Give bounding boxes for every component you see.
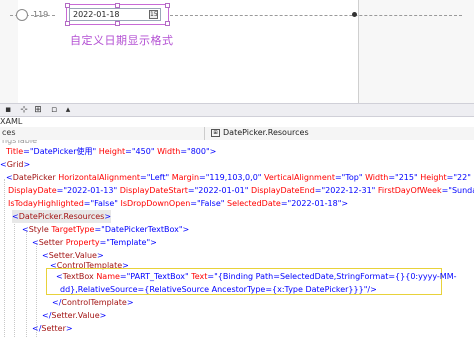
code-line: IsTodayHighlighted="False" IsDropDownOpe… bbox=[8, 199, 349, 208]
code-line: </Setter.Value> bbox=[42, 311, 107, 320]
indent-guide bbox=[4, 179, 5, 337]
code-line: Title="DatePicker使用" Height="450" Width=… bbox=[6, 147, 217, 156]
xaml-tab[interactable]: XAML bbox=[0, 117, 22, 126]
pan-icon[interactable]: ⊞ bbox=[32, 105, 44, 116]
design-surface[interactable]: 119 2022-01-18 15 自定义日期显示格式 bbox=[0, 0, 474, 103]
code-line: <Setter Property="Template"> bbox=[32, 238, 157, 247]
code-line: <DatePicker HorizontalAlignment="Left" M… bbox=[6, 173, 471, 182]
resize-handle-br[interactable] bbox=[165, 21, 170, 26]
collapse-icon[interactable]: ▴ bbox=[62, 105, 74, 116]
breadcrumb-divider bbox=[204, 127, 205, 140]
anchor-icon[interactable] bbox=[16, 9, 28, 21]
breadcrumb-right[interactable]: DatePicker.Resources bbox=[223, 128, 309, 137]
calendar-icon[interactable]: 15 bbox=[149, 10, 158, 19]
designer-toolbar: ▪ ⊹ ⊞ ▫ ▴ bbox=[0, 103, 474, 117]
resize-handle-bl[interactable] bbox=[65, 21, 70, 26]
toolbox-icon[interactable]: ▪ bbox=[2, 105, 14, 116]
code-line-highlighted: <DatePicker.Resources> bbox=[12, 210, 112, 223]
datepicker-control[interactable]: 2022-01-18 15 bbox=[69, 8, 161, 21]
resize-handle-tr[interactable] bbox=[165, 3, 170, 8]
breadcrumb-left[interactable]: ces bbox=[2, 128, 16, 137]
code-line: DisplayDate="2022-01-13" DisplayDateStar… bbox=[8, 186, 474, 195]
indent-guide bbox=[26, 231, 27, 337]
code-line: </ControlTemplate> bbox=[52, 298, 134, 307]
element-icon: ⊞ bbox=[211, 129, 220, 137]
breadcrumb: ces ⊞ DatePicker.Resources bbox=[0, 127, 474, 141]
code-line: <TextBox Name="PART_TextBox" Text="{Bind… bbox=[56, 272, 457, 281]
annotation-caption: 自定义日期显示格式 bbox=[70, 34, 174, 47]
resize-handle-b[interactable] bbox=[115, 21, 120, 26]
split-icon[interactable]: ▫ bbox=[48, 105, 60, 116]
xaml-editor[interactable]: ngsTable Title="DatePicker使用" Height="45… bbox=[0, 140, 474, 337]
datepicker-text[interactable]: 2022-01-18 bbox=[73, 10, 120, 19]
margin-guide-right bbox=[170, 15, 462, 16]
anchor-end-icon[interactable] bbox=[352, 12, 357, 17]
code-line: dd},RelativeSource={RelativeSource Ances… bbox=[60, 285, 377, 294]
code-line: <Style TargetType="DatePickerTextBox"> bbox=[22, 225, 190, 234]
indent-guide bbox=[14, 218, 15, 337]
margin-measure-label: 119 bbox=[33, 10, 49, 19]
code-line: <Grid> bbox=[0, 160, 31, 169]
pointer-icon[interactable]: ⊹ bbox=[18, 105, 30, 116]
code-line: </Setter> bbox=[32, 324, 73, 333]
